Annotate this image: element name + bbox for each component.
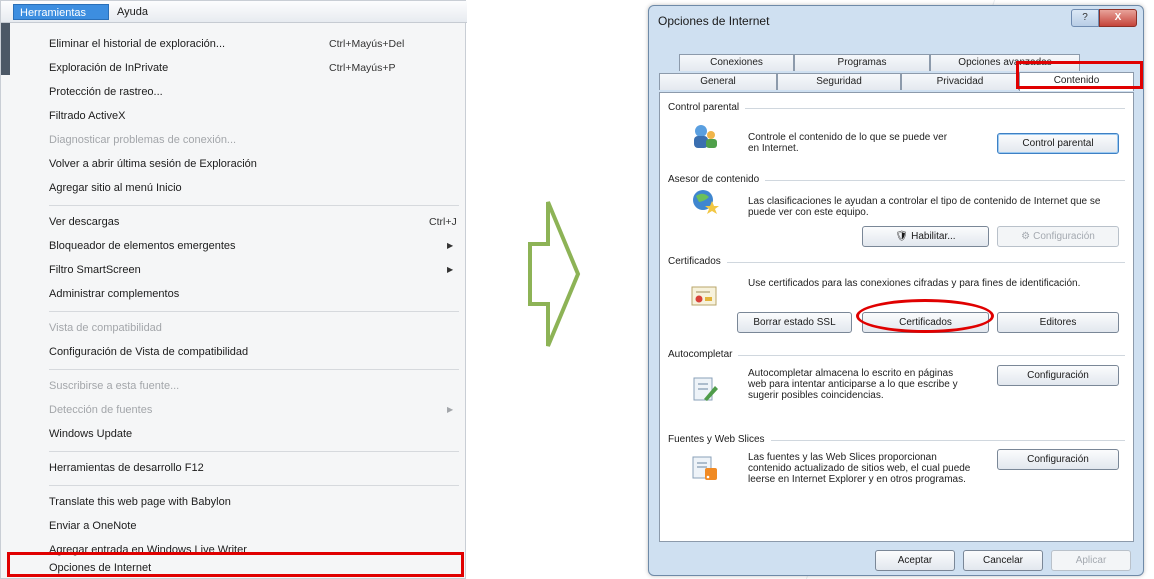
- menu-separator: [49, 205, 459, 206]
- autocomplete-icon: [693, 377, 718, 401]
- tab-security[interactable]: Seguridad: [777, 73, 901, 90]
- tools-menu-panel: Herramientas Ayuda Eliminar el historial…: [0, 0, 467, 579]
- internet-options-dialog: Opciones de Internet ? X Conexiones Prog…: [648, 5, 1144, 576]
- menu-item-send-to-onenote[interactable]: Enviar a OneNote: [11, 516, 463, 538]
- group-title-certificates: Certificados: [668, 256, 727, 267]
- menu-item-view-downloads[interactable]: Ver descargas Ctrl+J: [11, 212, 463, 234]
- menu-item-label: Volver a abrir última sesión de Explorac…: [49, 158, 257, 170]
- tab-privacy[interactable]: Privacidad: [901, 73, 1019, 90]
- menu-item-tracking-protection[interactable]: Protección de rastreo...: [11, 82, 463, 104]
- close-button[interactable]: X: [1099, 9, 1137, 27]
- parental-control-icon: [694, 125, 717, 148]
- menu-separator: [49, 311, 459, 312]
- menu-item-compatibility-settings[interactable]: Configuración de Vista de compatibilidad: [11, 342, 463, 364]
- parental-control-button[interactable]: Control parental: [997, 133, 1119, 154]
- advisor-config-button: ⚙ Configuración: [997, 226, 1119, 247]
- menu-item-label: Enviar a OneNote: [49, 520, 137, 532]
- publishers-button[interactable]: Editores: [997, 312, 1119, 333]
- menu-item-subscribe-feed: Suscribirse a esta fuente...: [11, 376, 463, 398]
- menu-item-shortcut: Ctrl+J: [429, 216, 457, 228]
- menu-item-label: Agregar sitio al menú Inicio: [49, 182, 182, 194]
- menu-bar: Herramientas Ayuda: [1, 1, 467, 23]
- menu-item-shortcut: Ctrl+Mayús+Del: [329, 38, 405, 50]
- menu-item-compatibility-view: Vista de compatibilidad: [11, 318, 463, 340]
- menu-item-label: Suscribirse a esta fuente...: [49, 380, 180, 392]
- menu-item-smartscreen[interactable]: Filtro SmartScreen ▶: [11, 260, 463, 282]
- tab-connections[interactable]: Conexiones: [679, 54, 794, 71]
- highlight-certificates-button: [856, 299, 994, 333]
- enable-button-label: Habilitar...: [911, 231, 956, 242]
- tab-general[interactable]: General: [659, 73, 777, 90]
- group-title-parental: Control parental: [668, 102, 746, 113]
- menu-separator: [49, 485, 459, 486]
- menu-item-feed-discovery: Detección de fuentes ▶: [11, 400, 463, 422]
- group-divider: [668, 262, 1125, 263]
- menu-item-label: Windows Update: [49, 428, 133, 440]
- parental-description: Controle el contenido de lo que se puede…: [748, 132, 948, 154]
- menu-item-label: Detección de fuentes: [49, 404, 153, 416]
- autocomplete-description: Autocompletar almacena lo escrito en pág…: [748, 368, 958, 401]
- menu-separator: [49, 451, 459, 452]
- menu-item-manage-addons[interactable]: Administrar complementos: [11, 284, 463, 306]
- right-arrow-icon: [528, 201, 581, 347]
- menu-item-popup-blocker[interactable]: Bloqueador de elementos emergentes ▶: [11, 236, 463, 258]
- menu-item-shortcut: Ctrl+Mayús+P: [329, 62, 396, 74]
- menu-item-add-to-start[interactable]: Agregar sitio al menú Inicio: [11, 178, 463, 200]
- feeds-icon: [692, 456, 717, 480]
- menu-item-windows-update[interactable]: Windows Update: [11, 424, 463, 446]
- menu-help[interactable]: Ayuda: [111, 4, 154, 20]
- menu-item-activex-filtering[interactable]: Filtrado ActiveX: [11, 106, 463, 128]
- certificates-description: Use certificados para las conexiones cif…: [748, 278, 1081, 289]
- autocomplete-settings-button[interactable]: Configuración: [997, 365, 1119, 386]
- enable-button[interactable]: 🛡 Habilitar...: [862, 226, 989, 247]
- menu-item-label: Exploración de InPrivate: [49, 62, 169, 74]
- highlight-internet-options: [7, 552, 464, 577]
- clear-ssl-button[interactable]: Borrar estado SSL: [737, 312, 852, 333]
- menu-item-inprivate[interactable]: Exploración de InPrivate Ctrl+Mayús+P: [11, 58, 463, 80]
- menu-item-label: Translate this web page with Babylon: [49, 496, 231, 508]
- certificate-icon: [691, 286, 717, 306]
- advisor-config-label: Configuración: [1033, 231, 1095, 242]
- tab-programs[interactable]: Programas: [794, 54, 930, 71]
- menu-item-reopen-session[interactable]: Volver a abrir última sesión de Explorac…: [11, 154, 463, 176]
- help-button[interactable]: ?: [1071, 9, 1099, 27]
- apply-button: Aplicar: [1051, 550, 1131, 571]
- advisor-description: Las clasificaciones le ayudan a controla…: [748, 196, 1101, 218]
- dialog-title: Opciones de Internet: [658, 14, 770, 28]
- group-title-advisor: Asesor de contenido: [668, 174, 766, 185]
- menu-item-label: Configuración de Vista de compatibilidad: [49, 346, 249, 358]
- menu-item-label: Bloqueador de elementos emergentes: [49, 240, 236, 252]
- menu-item-translate-babylon[interactable]: Translate this web page with Babylon: [11, 492, 463, 514]
- menu-item-label: Herramientas de desarrollo F12: [49, 462, 204, 474]
- cancel-button[interactable]: Cancelar: [963, 550, 1043, 571]
- menu-tools[interactable]: Herramientas: [13, 4, 109, 20]
- content-advisor-icon: [693, 190, 719, 214]
- group-title-autocomplete: Autocompletar: [668, 349, 739, 360]
- menu-item-label: Administrar complementos: [49, 288, 180, 300]
- gear-icon: ⚙: [1021, 231, 1031, 242]
- submenu-arrow-icon: ▶: [447, 241, 454, 250]
- menu-item-label: Filtrado ActiveX: [49, 110, 126, 122]
- title-buttons: ? X: [1071, 9, 1137, 29]
- menu-item-label: Vista de compatibilidad: [49, 322, 162, 334]
- submenu-arrow-icon: ▶: [447, 265, 454, 274]
- menu-separator: [49, 369, 459, 370]
- menu-left-strip: [1, 23, 10, 75]
- menu-item-diagnose-connection: Diagnosticar problemas de conexión...: [11, 130, 463, 152]
- menu-item-label: Ver descargas: [49, 216, 120, 228]
- ok-button[interactable]: Aceptar: [875, 550, 955, 571]
- shield-icon: 🛡: [895, 231, 909, 242]
- submenu-arrow-icon: ▶: [447, 405, 454, 414]
- menu-item-label: Eliminar el historial de exploración...: [49, 38, 226, 50]
- menu-item-label: Protección de rastreo...: [49, 86, 163, 98]
- feeds-description: Las fuentes y las Web Slices proporciona…: [748, 452, 971, 485]
- highlight-content-tab: [1016, 61, 1143, 89]
- menu-item-label: Diagnosticar problemas de conexión...: [49, 134, 237, 146]
- menu-item-delete-history[interactable]: Eliminar el historial de exploración... …: [11, 34, 463, 56]
- group-title-feeds: Fuentes y Web Slices: [668, 434, 771, 445]
- feeds-settings-button[interactable]: Configuración: [997, 449, 1119, 470]
- menu-item-developer-tools[interactable]: Herramientas de desarrollo F12: [11, 458, 463, 480]
- menu-item-label: Filtro SmartScreen: [49, 264, 141, 276]
